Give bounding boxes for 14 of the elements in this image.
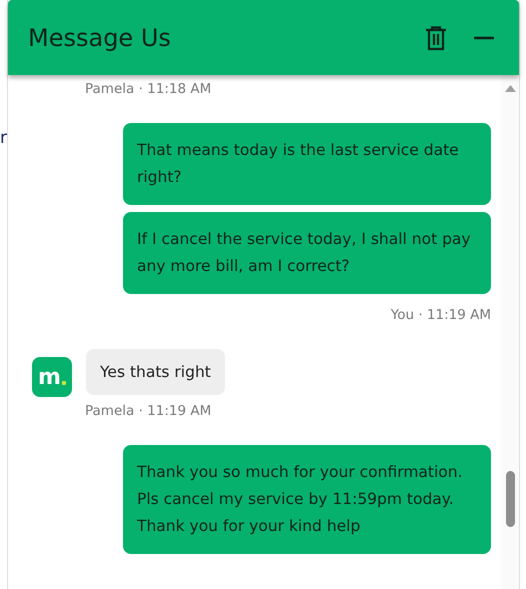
agent-avatar: m bbox=[32, 357, 72, 397]
scroll-thumb[interactable] bbox=[506, 471, 514, 527]
sent-message: Thank you so much for your confirmation. Pls cancel my service by 11:59pm today. Thank you for your kind help bbox=[123, 445, 491, 554]
window-title: Message Us bbox=[28, 24, 172, 52]
trash-icon[interactable] bbox=[423, 24, 449, 50]
background-text: r bbox=[0, 128, 7, 148]
scroll-up-icon[interactable] bbox=[504, 85, 516, 92]
message-timestamp: Pamela · 11:18 AM bbox=[85, 81, 212, 97]
message-timestamp: Pamela · 11:19 AM bbox=[85, 403, 212, 419]
sent-message: If I cancel the service today, I shall not pay any more bill, am I correct? bbox=[123, 212, 491, 294]
scrollbar[interactable] bbox=[501, 75, 519, 589]
message-timestamp: You · 11:19 AM bbox=[390, 307, 491, 323]
received-message: Yes thats right bbox=[86, 349, 225, 395]
sent-message: That means today is the last service date right? bbox=[123, 123, 491, 205]
